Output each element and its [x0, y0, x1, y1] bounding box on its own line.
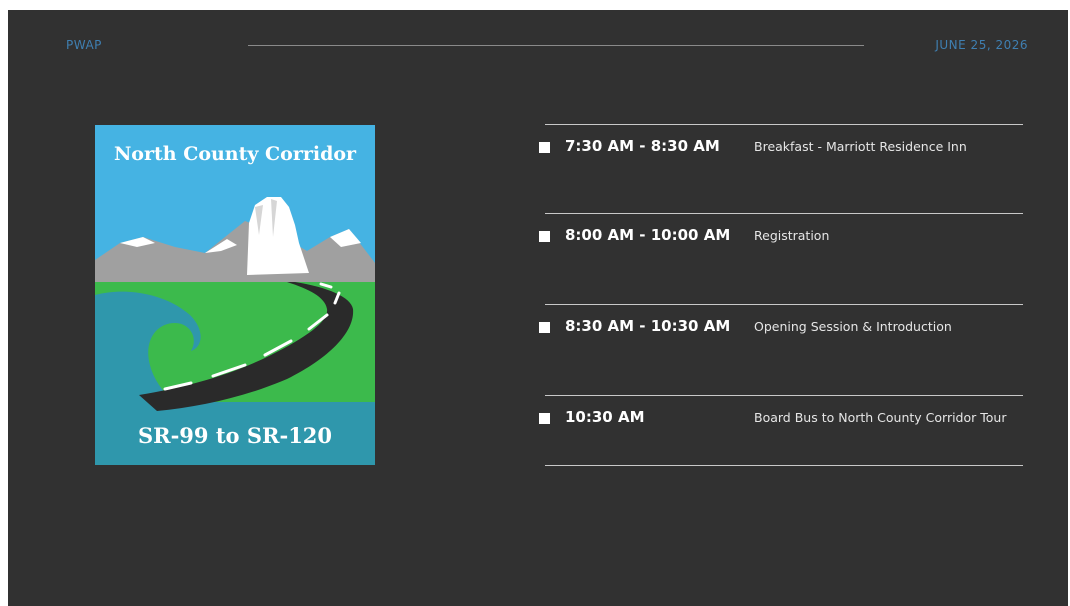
- north-county-corridor-logo: North County Corridor SR-99 to SR-120: [95, 125, 375, 465]
- bullet-square-icon: [539, 322, 550, 333]
- logo-artwork: North County Corridor SR-99 to SR-120: [95, 125, 375, 465]
- header-divider: [248, 45, 864, 46]
- agenda-divider: [545, 465, 1023, 466]
- logo-subtitle: SR-99 to SR-120: [138, 423, 332, 448]
- agenda-item: 8:00 AM - 10:00 AM Registration: [538, 226, 1028, 256]
- agenda-divider: [545, 124, 1023, 125]
- bullet-square-icon: [539, 231, 550, 242]
- agenda-time: 10:30 AM: [565, 408, 645, 426]
- logo-title: North County Corridor: [114, 143, 357, 165]
- agenda-time: 8:30 AM - 10:30 AM: [565, 317, 731, 335]
- agenda-time: 8:00 AM - 10:00 AM: [565, 226, 731, 244]
- agenda-item: 7:30 AM - 8:30 AM Breakfast - Marriott R…: [538, 137, 1028, 167]
- agenda-description: Registration: [754, 228, 830, 243]
- bullet-square-icon: [539, 413, 550, 424]
- slide: PWAP JUNE 25, 2026 North County Corridor…: [8, 10, 1068, 606]
- agenda-divider: [545, 213, 1023, 214]
- agenda-description: Opening Session & Introduction: [754, 319, 952, 334]
- agenda-divider: [545, 304, 1023, 305]
- agenda-item: 10:30 AM Board Bus to North County Corri…: [538, 408, 1028, 438]
- header-date: JUNE 25, 2026: [935, 38, 1028, 52]
- bullet-square-icon: [539, 142, 550, 153]
- header-label: PWAP: [66, 38, 102, 52]
- agenda-time: 7:30 AM - 8:30 AM: [565, 137, 720, 155]
- agenda-description: Board Bus to North County Corridor Tour: [754, 410, 1007, 425]
- agenda-description: Breakfast - Marriott Residence Inn: [754, 139, 967, 154]
- agenda-item: 8:30 AM - 10:30 AM Opening Session & Int…: [538, 317, 1028, 347]
- agenda-divider: [545, 395, 1023, 396]
